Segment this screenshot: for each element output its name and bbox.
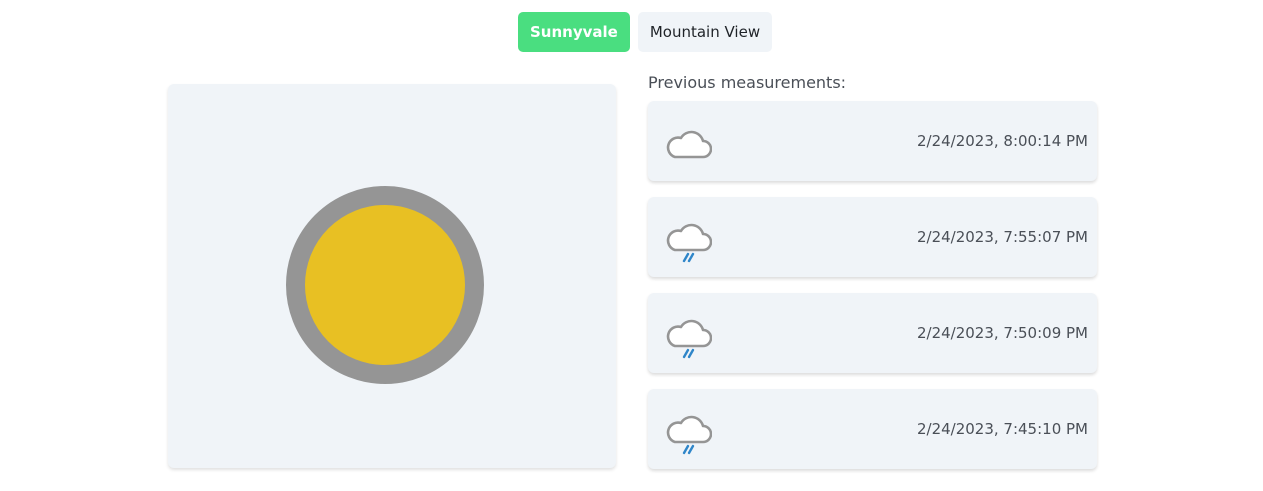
measurement-time: 2/24/2023, 7:55:07 PM xyxy=(916,228,1088,246)
rain-cloud-icon xyxy=(666,223,712,263)
history-list: 2/24/2023, 8:00:14 PM 2/24/2023, 7:55:07… xyxy=(648,101,1097,485)
city-tabs: Sunnyvale Mountain View xyxy=(518,12,773,52)
list-item: 2/24/2023, 7:55:07 PM xyxy=(648,197,1097,277)
tab-mountain-view[interactable]: Mountain View xyxy=(637,12,773,52)
sun-icon xyxy=(286,186,484,384)
list-item: 2/24/2023, 7:50:09 PM xyxy=(648,293,1097,373)
measurement-time: 2/24/2023, 7:45:10 PM xyxy=(916,420,1088,438)
cloud-icon xyxy=(666,130,712,159)
measurement-time: 2/24/2023, 7:50:09 PM xyxy=(916,324,1088,342)
list-item: 2/24/2023, 7:45:10 PM xyxy=(648,389,1097,469)
list-item: 2/24/2023, 8:00:14 PM xyxy=(648,101,1097,181)
measurement-time: 2/24/2023, 8:00:14 PM xyxy=(916,132,1088,150)
tab-sunnyvale[interactable]: Sunnyvale xyxy=(518,12,630,52)
current-weather-panel xyxy=(168,84,616,468)
rain-cloud-icon xyxy=(666,415,712,455)
rain-cloud-icon xyxy=(666,319,712,359)
history-title: Previous measurements: xyxy=(648,73,847,92)
